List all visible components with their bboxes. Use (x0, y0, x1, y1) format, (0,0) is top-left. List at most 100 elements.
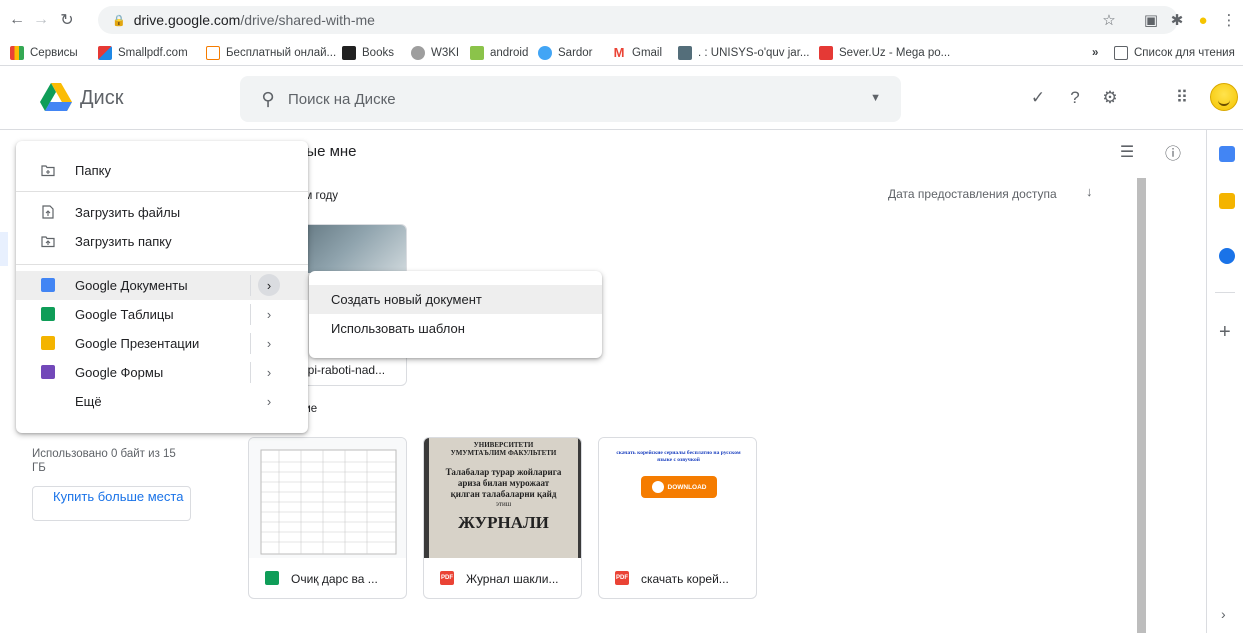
menu-google-forms[interactable]: Google Формы › (16, 358, 308, 387)
menu-item-label: Ещё (75, 394, 102, 409)
thumb-text: Талабалар турар жойларига (445, 467, 562, 477)
bookmark-sever[interactable]: Sever.Uz - Mega po... (819, 44, 950, 62)
bookmark-online[interactable]: Бесплатный онлай... (206, 44, 336, 62)
more-chevron-icon: » (1092, 47, 1099, 59)
forward-icon[interactable]: → (30, 9, 52, 31)
bookmark-label: Sardor (558, 47, 593, 59)
bookmark-smallpdf[interactable]: Smallpdf.com (98, 44, 188, 62)
search-icon[interactable]: ⚲ (248, 89, 288, 110)
chevron-right-icon[interactable]: › (258, 390, 280, 412)
create-new-document[interactable]: Создать новый документ (309, 285, 602, 314)
thumb-text: этиш (495, 500, 512, 508)
upload-folder-icon (41, 236, 55, 248)
url-path: /drive/shared-with-me (240, 12, 375, 28)
menu-item-label: Google Документы (75, 278, 188, 293)
bookmark-label: . : UNISYS-o'quv jar... (698, 47, 810, 59)
drive-logo-icon[interactable] (40, 83, 72, 111)
bookmark-unisys[interactable]: . : UNISYS-o'quv jar... (678, 44, 810, 62)
tasks-icon[interactable] (1219, 248, 1235, 264)
spreadsheet-thumbnail (249, 438, 406, 558)
new-folder-icon (41, 165, 55, 177)
chevron-right-icon[interactable]: › (258, 361, 280, 383)
menu-google-docs[interactable]: Google Документы › (16, 271, 308, 300)
file-name: Очиқ дарс ва ... (291, 572, 378, 586)
bookmark-sardor[interactable]: Sardor (538, 44, 593, 62)
expand-panel-icon[interactable]: › (1221, 606, 1226, 622)
bookmark-services[interactable]: Сервисы (10, 44, 78, 62)
chevron-right-icon[interactable]: › (258, 274, 280, 296)
file-card[interactable]: УНИВЕРСИТЕТИ УМУМТАЪЛИМ ФАКУЛЬТЕТИ Талаб… (423, 437, 582, 599)
bookmark-android[interactable]: android (470, 44, 528, 62)
google-docs-icon (41, 278, 55, 292)
menu-google-slides[interactable]: Google Презентации › (16, 329, 308, 358)
calendar-icon[interactable] (1219, 146, 1235, 162)
docs-submenu: Создать новый документ Использовать шабл… (309, 271, 602, 358)
chevron-right-icon[interactable]: › (258, 332, 280, 354)
menu-item-label: Загрузить папку (75, 234, 172, 249)
menu-new-folder[interactable]: Папку (16, 156, 308, 185)
file-name: Журнал шакли... (466, 572, 559, 586)
side-panel: + › (1206, 130, 1243, 633)
android-icon (470, 46, 484, 60)
download-button-image: DOWNLOAD (641, 476, 717, 498)
keep-icon[interactable] (1219, 193, 1235, 209)
reading-list-label: Список для чтения (1134, 47, 1235, 59)
extension-icon[interactable]: ▣ (1140, 9, 1162, 31)
app-title[interactable]: Диск (80, 87, 123, 110)
download-label: DOWNLOAD (667, 483, 707, 491)
cloud-download-icon (651, 481, 664, 493)
puzzle-icon[interactable]: ✱ (1166, 9, 1188, 31)
bookmark-gmail[interactable]: M Gmail (612, 44, 662, 62)
back-icon[interactable]: ← (6, 9, 28, 31)
sort-label[interactable]: Дата предоставления доступа (888, 187, 1057, 201)
apps-icon (10, 46, 24, 60)
profile-icon[interactable]: ● (1192, 9, 1214, 31)
file-card[interactable]: скачать корейские сериалы бесплатно на р… (598, 437, 757, 599)
gmail-icon: M (613, 45, 625, 60)
menu-item-label: Google Презентации (75, 336, 200, 351)
menu-upload-folder[interactable]: Загрузить папку (16, 227, 308, 256)
sort-direction-icon[interactable]: ↓ (1086, 184, 1093, 199)
buy-storage-button[interactable]: Купить больше места (32, 486, 191, 521)
apps-grid-icon[interactable]: ⠿ (1170, 86, 1194, 110)
menu-divider (16, 191, 308, 192)
sidebar-active-highlight (0, 232, 8, 266)
chevron-right-icon[interactable]: › (258, 303, 280, 325)
menu-more[interactable]: Ещё › (16, 387, 308, 416)
sever-icon (819, 46, 833, 60)
search-options-icon[interactable]: ▼ (870, 92, 881, 104)
bookmark-w3ki[interactable]: W3KI (411, 44, 459, 62)
bookmark-books[interactable]: Books (342, 44, 394, 62)
reading-list-button[interactable]: Список для чтения (1114, 44, 1235, 62)
reading-list-icon (1114, 46, 1128, 60)
scrollbar[interactable] (1137, 178, 1146, 633)
menu-separator (250, 362, 251, 383)
help-icon[interactable]: ? (1063, 86, 1087, 110)
search-box: ⚲ ▼ (240, 76, 901, 122)
menu-item-label: Google Формы (75, 365, 164, 380)
search-input[interactable] (288, 90, 848, 108)
thumb-text: ариза билан мурожаат (457, 478, 550, 488)
bookmark-label: Сервисы (30, 47, 78, 59)
bookmark-label: W3KI (431, 47, 460, 59)
kebab-menu-icon[interactable]: ⋮ (1218, 9, 1240, 31)
reload-icon[interactable]: ↻ (56, 9, 78, 31)
bookmark-label: android (490, 47, 529, 59)
file-card[interactable]: Очиқ дарс ва ... (248, 437, 407, 599)
bookmarks-more-button[interactable]: » (1092, 44, 1098, 62)
account-avatar[interactable] (1210, 83, 1238, 111)
offline-ready-icon[interactable]: ✓ (1026, 86, 1050, 110)
address-bar[interactable]: 🔒 drive.google.com /drive/shared-with-me (98, 6, 1178, 34)
use-template[interactable]: Использовать шаблон (309, 314, 602, 343)
upload-file-icon (42, 205, 54, 219)
add-addon-icon[interactable]: + (1219, 322, 1231, 342)
list-view-icon[interactable]: ☰ (1116, 141, 1138, 163)
file-name: скачать корей... (641, 572, 729, 586)
storage-text: Использовано 0 байт из 15 ГБ (32, 448, 176, 474)
pdf-file-icon: PDF (440, 571, 454, 585)
star-icon[interactable]: ☆ (1098, 9, 1120, 31)
menu-upload-files[interactable]: Загрузить файлы (16, 198, 308, 227)
info-icon[interactable]: ⓘ (1162, 141, 1184, 163)
settings-gear-icon[interactable]: ⚙ (1098, 86, 1122, 110)
menu-google-sheets[interactable]: Google Таблицы › (16, 300, 308, 329)
